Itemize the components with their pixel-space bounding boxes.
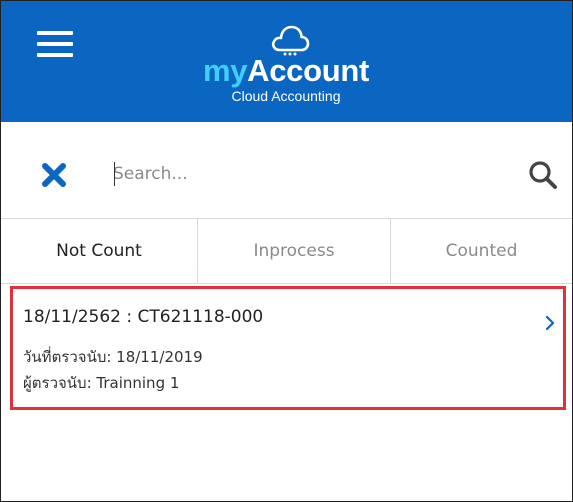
item-title: 18/11/2562 : CT621118-000 <box>23 307 264 327</box>
text-cursor <box>114 162 115 186</box>
cloud-icon <box>271 25 310 56</box>
tab-counted[interactable]: Counted <box>390 219 572 283</box>
search-input[interactable] <box>113 158 493 190</box>
item-counter: ผู้ตรวจนับ: Trainning 1 <box>23 374 180 392</box>
item-count-date: วันที่ตรวจนับ: 18/11/2019 <box>23 348 203 366</box>
brand-my: my <box>202 53 248 88</box>
app-logo: myAccount Cloud Accounting <box>166 23 406 119</box>
tab-bar: Not Count Inprocess Counted <box>1 219 572 284</box>
chevron-right-icon[interactable] <box>544 315 556 331</box>
list-item[interactable]: 18/11/2562 : CT621118-000 วันที่ตรวจนับ:… <box>10 286 566 410</box>
tab-not-count[interactable]: Not Count <box>1 219 197 283</box>
search-icon[interactable] <box>528 160 558 190</box>
close-icon[interactable] <box>41 162 67 188</box>
brand-tagline: Cloud Accounting <box>231 88 341 104</box>
tab-inprocess[interactable]: Inprocess <box>197 219 390 283</box>
menu-icon[interactable] <box>37 31 73 57</box>
brand-name: myAccount <box>166 54 406 88</box>
app-frame: myAccount Cloud Accounting Not Count Inp… <box>0 0 573 502</box>
app-header: myAccount Cloud Accounting <box>1 1 572 122</box>
brand-account: Account <box>247 53 370 88</box>
search-bar <box>1 122 572 219</box>
